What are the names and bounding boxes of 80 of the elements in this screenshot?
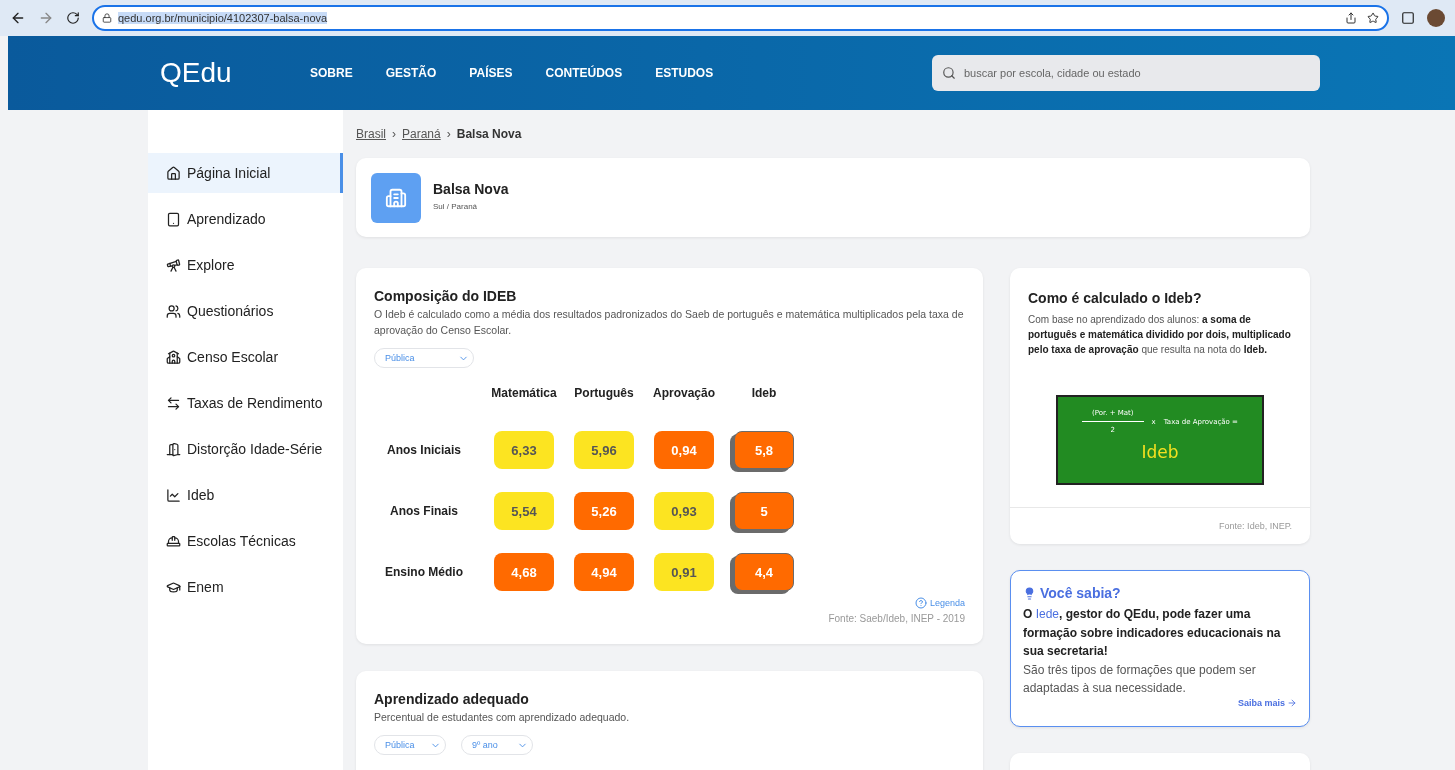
forward-icon[interactable] [38, 10, 54, 26]
menu-icon [166, 441, 181, 457]
menu-icon [166, 349, 181, 365]
search-icon [942, 66, 956, 80]
site-logo[interactable]: QEdu [160, 57, 310, 89]
calc-description: Com base no aprendizado dos alunos: a soma de português e matemática dividido por dois, multiplicado pelo taxa de aprovação que resulta na nota do Ideb. [1028, 313, 1292, 357]
source-note: Fonte: Saeb/Ideb, INEP - 2019 [828, 613, 965, 624]
score-cell: 5,96 [574, 431, 634, 469]
sidebar-item[interactable]: Questionários [148, 291, 343, 331]
menu-icon [166, 395, 181, 411]
star-icon[interactable] [1367, 12, 1379, 24]
column-header: Português [574, 386, 634, 400]
sidebar-item[interactable]: Explore [148, 245, 343, 285]
score-cell: 0,93 [654, 492, 714, 530]
sidebar-item[interactable]: Aprendizado [148, 199, 343, 239]
share-icon[interactable] [1345, 12, 1357, 24]
score-cell: 6,33 [494, 431, 554, 469]
building-icon [371, 172, 421, 223]
tip-highlight: O Iede, gestor do QEdu, pode fazer uma formação sobre indicadores educacionais na sua secretaria! [1023, 606, 1282, 660]
menu-icon [166, 257, 181, 273]
place-name: Balsa Nova [433, 180, 509, 197]
menu-icon [166, 211, 181, 227]
column-header: Aprovação [653, 386, 715, 400]
card-description: Percentual de estudantes com aprendizado adequado. [374, 710, 631, 725]
tip-title: Você sabia? [1040, 585, 1121, 601]
nav-link[interactable]: SOBRE [310, 66, 353, 80]
breadcrumb-link[interactable]: Brasil [356, 127, 386, 141]
card-title: Como é calculado o Ideb? [1028, 290, 1203, 306]
search-field[interactable]: buscar por escola, cidade ou estado [932, 55, 1320, 91]
lightbulb-icon [1023, 586, 1036, 600]
card-title: Aprendizado adequado [374, 691, 530, 707]
nav-link[interactable]: GESTÃO [385, 66, 437, 80]
sidebar-item[interactable]: Censo Escolar [148, 337, 343, 377]
column-header: Matemática [491, 386, 557, 400]
row-header: Ensino Médio [385, 565, 463, 579]
sidebar-item[interactable]: Distorção Idade-Série [148, 429, 343, 469]
breadcrumb-link[interactable]: Paraná [402, 127, 441, 141]
sidebar-item[interactable]: Página Inicial [148, 153, 343, 193]
score-cell: 5,26 [574, 492, 634, 530]
address-bar[interactable]: qedu.org.br/municipio/4102307-balsa-nova [92, 5, 1389, 31]
sidebar-item[interactable]: Ideb [148, 475, 343, 515]
sidebar-item[interactable]: Escolas Técnicas [148, 521, 343, 561]
source-note: Fonte: Ideb, INEP. [1219, 521, 1292, 531]
sidebar-item[interactable]: Taxas de Rendimento [148, 383, 343, 423]
menu-icon [166, 487, 181, 503]
menu-icon [166, 303, 181, 319]
menu-icon [166, 579, 181, 595]
breadcrumb-separator: › [446, 127, 451, 141]
sidebar-toggle-icon[interactable] [1401, 11, 1415, 25]
breadcrumb-separator: › [392, 127, 396, 141]
iede-link[interactable]: Iede [1035, 607, 1060, 621]
place-region: Sul / Paraná [433, 200, 479, 213]
score-cell: 0,91 [654, 553, 714, 591]
url-text: qedu.org.br/municipio/4102307-balsa-nova [118, 12, 328, 24]
score-cell: 0,94 [654, 431, 714, 469]
reload-icon[interactable] [66, 11, 80, 25]
score-cell: 4,68 [494, 553, 554, 591]
column-header: Ideb [751, 386, 777, 400]
nav-link[interactable]: ESTUDOS [655, 66, 714, 80]
row-header: Anos Iniciais [387, 443, 461, 457]
breadcrumb-current: Balsa Nova [456, 127, 522, 141]
arrow-icon [1287, 697, 1297, 708]
score-cell: 4,94 [574, 553, 634, 591]
avatar-icon[interactable] [1427, 9, 1445, 27]
lock-icon [102, 13, 112, 23]
nav-link[interactable]: CONTEÚDOS [545, 66, 623, 80]
tip-text: São três tipos de formações que podem ser adaptadas à sua necessidade. [1023, 661, 1257, 697]
legend-link[interactable]: Legenda [914, 597, 965, 609]
nav-link[interactable]: PAÍSES [469, 66, 513, 80]
help-icon [914, 597, 927, 609]
card-title: Composição do IDEB [374, 288, 518, 304]
sidebar-item[interactable]: Enem [148, 567, 343, 607]
row-header: Anos Finais [390, 504, 458, 518]
formula-result: Ideb [1141, 442, 1179, 462]
menu-icon [166, 533, 181, 549]
more-link[interactable]: Saiba mais [1237, 697, 1297, 708]
card-description: O Ideb é calculado como a média dos resultados padronizados do Saeb de português e matemática multiplicados pela taxa de aprovação do Censo Escolar. [374, 307, 965, 338]
score-cell: 5,54 [494, 492, 554, 530]
menu-icon [166, 165, 181, 181]
back-icon[interactable] [10, 10, 26, 26]
